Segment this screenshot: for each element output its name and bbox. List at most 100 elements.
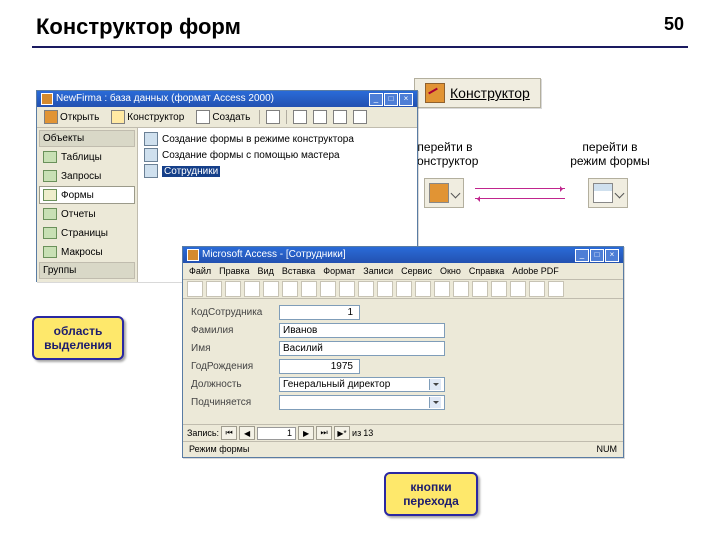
toolbar-btn[interactable] bbox=[187, 281, 203, 297]
label-go-form: перейти врежим формы bbox=[560, 140, 660, 169]
last-record-button[interactable]: ⏭ bbox=[316, 426, 332, 440]
form-icon bbox=[43, 189, 57, 201]
next-record-button[interactable]: ▶ bbox=[298, 426, 314, 440]
pencil-icon bbox=[111, 110, 125, 124]
surname-field[interactable]: Иванов bbox=[279, 323, 445, 338]
constructor-toggle-label: Конструктор bbox=[450, 85, 530, 101]
field-label: ГодРождения bbox=[191, 361, 273, 372]
toolbar-btn[interactable] bbox=[358, 281, 374, 297]
menu-edit[interactable]: Правка bbox=[219, 266, 249, 276]
field-label: Имя bbox=[191, 343, 273, 354]
folder-icon bbox=[44, 110, 58, 124]
open-button[interactable]: Открыть bbox=[41, 109, 102, 125]
title-divider bbox=[32, 46, 688, 48]
objects-macros[interactable]: Макросы bbox=[39, 243, 135, 261]
menu-format[interactable]: Формат bbox=[323, 266, 355, 276]
toolbar-btn[interactable] bbox=[396, 281, 412, 297]
table-icon bbox=[43, 151, 57, 163]
first-record-button[interactable]: ⏮ bbox=[221, 426, 237, 440]
objects-header: Объекты bbox=[39, 130, 135, 147]
form-toolbar bbox=[183, 280, 623, 299]
arrow-left bbox=[475, 198, 565, 199]
menu-help[interactable]: Справка bbox=[469, 266, 504, 276]
view-icon-3[interactable] bbox=[333, 110, 347, 124]
subord-field[interactable] bbox=[279, 395, 445, 410]
page-icon bbox=[43, 227, 57, 239]
toolbar-btn[interactable] bbox=[320, 281, 336, 297]
toolbar-btn[interactable] bbox=[529, 281, 545, 297]
maximize-button[interactable]: □ bbox=[590, 249, 604, 262]
db-titlebar: NewFirma : база данных (формат Access 20… bbox=[37, 91, 417, 107]
mode-constructor-button[interactable] bbox=[424, 178, 464, 208]
list-item[interactable]: Создание формы с помощью мастера bbox=[144, 148, 411, 162]
objects-tables[interactable]: Таблицы bbox=[39, 148, 135, 166]
menu-window[interactable]: Окно bbox=[440, 266, 461, 276]
close-button[interactable]: × bbox=[605, 249, 619, 262]
code-field[interactable]: 1 bbox=[279, 305, 360, 320]
create-button[interactable]: Создать bbox=[193, 109, 253, 125]
toolbar-btn[interactable] bbox=[491, 281, 507, 297]
objects-queries[interactable]: Запросы bbox=[39, 167, 135, 185]
toolbar-btn[interactable] bbox=[415, 281, 431, 297]
constructor-button[interactable]: Конструктор bbox=[108, 109, 187, 125]
minimize-button[interactable]: _ bbox=[369, 93, 383, 106]
toolbar-btn[interactable] bbox=[548, 281, 564, 297]
toolbar-btn[interactable] bbox=[510, 281, 526, 297]
access-icon bbox=[187, 249, 199, 261]
toolbar-btn[interactable] bbox=[453, 281, 469, 297]
close-button[interactable]: × bbox=[399, 93, 413, 106]
toolbar-btn[interactable] bbox=[282, 281, 298, 297]
objects-forms[interactable]: Формы bbox=[39, 186, 135, 204]
form-statusbar: Режим формы NUM bbox=[183, 441, 623, 456]
menu-service[interactable]: Сервис bbox=[401, 266, 432, 276]
list-item-selected[interactable]: Сотрудники bbox=[144, 164, 411, 178]
menu-records[interactable]: Записи bbox=[363, 266, 393, 276]
objects-reports[interactable]: Отчеты bbox=[39, 205, 135, 223]
toolbar-btn[interactable] bbox=[472, 281, 488, 297]
menu-insert[interactable]: Вставка bbox=[282, 266, 315, 276]
form-window: Microsoft Access - [Сотрудники] _ □ × Фа… bbox=[182, 246, 624, 458]
toolbar-btn[interactable] bbox=[244, 281, 260, 297]
field-label: Фамилия bbox=[191, 325, 273, 336]
record-number-input[interactable]: 1 bbox=[257, 427, 296, 440]
chevron-down-icon[interactable] bbox=[429, 379, 441, 390]
prev-record-button[interactable]: ◀ bbox=[239, 426, 255, 440]
objects-pages[interactable]: Страницы bbox=[39, 224, 135, 242]
form-title: Microsoft Access - [Сотрудники] bbox=[202, 247, 346, 263]
minimize-button[interactable]: _ bbox=[575, 249, 589, 262]
view-icon-4[interactable] bbox=[353, 110, 367, 124]
view-icon-2[interactable] bbox=[313, 110, 327, 124]
chevron-down-icon[interactable] bbox=[429, 397, 441, 408]
menu-file[interactable]: Файл bbox=[189, 266, 211, 276]
delete-icon[interactable] bbox=[266, 110, 280, 124]
chevron-down-icon bbox=[451, 188, 461, 198]
toolbar-btn[interactable] bbox=[434, 281, 450, 297]
year-field[interactable]: 1975 bbox=[279, 359, 360, 374]
page-number: 50 bbox=[664, 14, 684, 35]
constructor-toggle-button[interactable]: Конструктор bbox=[414, 78, 541, 108]
position-field[interactable]: Генеральный директор bbox=[279, 377, 445, 392]
toolbar-btn[interactable] bbox=[263, 281, 279, 297]
menu-view[interactable]: Вид bbox=[258, 266, 274, 276]
form-body: КодСотрудника1 ФамилияИванов ИмяВасилий … bbox=[183, 299, 623, 441]
menu-adobe[interactable]: Adobe PDF bbox=[512, 266, 559, 276]
toolbar-btn[interactable] bbox=[225, 281, 241, 297]
name-field[interactable]: Василий bbox=[279, 341, 445, 356]
mode-form-button[interactable] bbox=[588, 178, 628, 208]
query-icon bbox=[43, 170, 57, 182]
callout-selection-area: областьвыделения bbox=[32, 316, 124, 360]
new-record-button[interactable]: ▶* bbox=[334, 426, 350, 440]
toolbar-btn[interactable] bbox=[301, 281, 317, 297]
macro-icon bbox=[43, 246, 57, 258]
toolbar-btn[interactable] bbox=[377, 281, 393, 297]
list-item[interactable]: Создание формы в режиме конструктора bbox=[144, 132, 411, 146]
page-title: Конструктор форм bbox=[0, 0, 720, 44]
arrow-right bbox=[475, 188, 565, 189]
field-label: КодСотрудника bbox=[191, 307, 273, 318]
constructor-mode-icon bbox=[429, 183, 449, 203]
maximize-button[interactable]: □ bbox=[384, 93, 398, 106]
view-icon-1[interactable] bbox=[293, 110, 307, 124]
toolbar-btn[interactable] bbox=[339, 281, 355, 297]
callout-nav-buttons: кнопкиперехода bbox=[384, 472, 478, 516]
toolbar-btn[interactable] bbox=[206, 281, 222, 297]
